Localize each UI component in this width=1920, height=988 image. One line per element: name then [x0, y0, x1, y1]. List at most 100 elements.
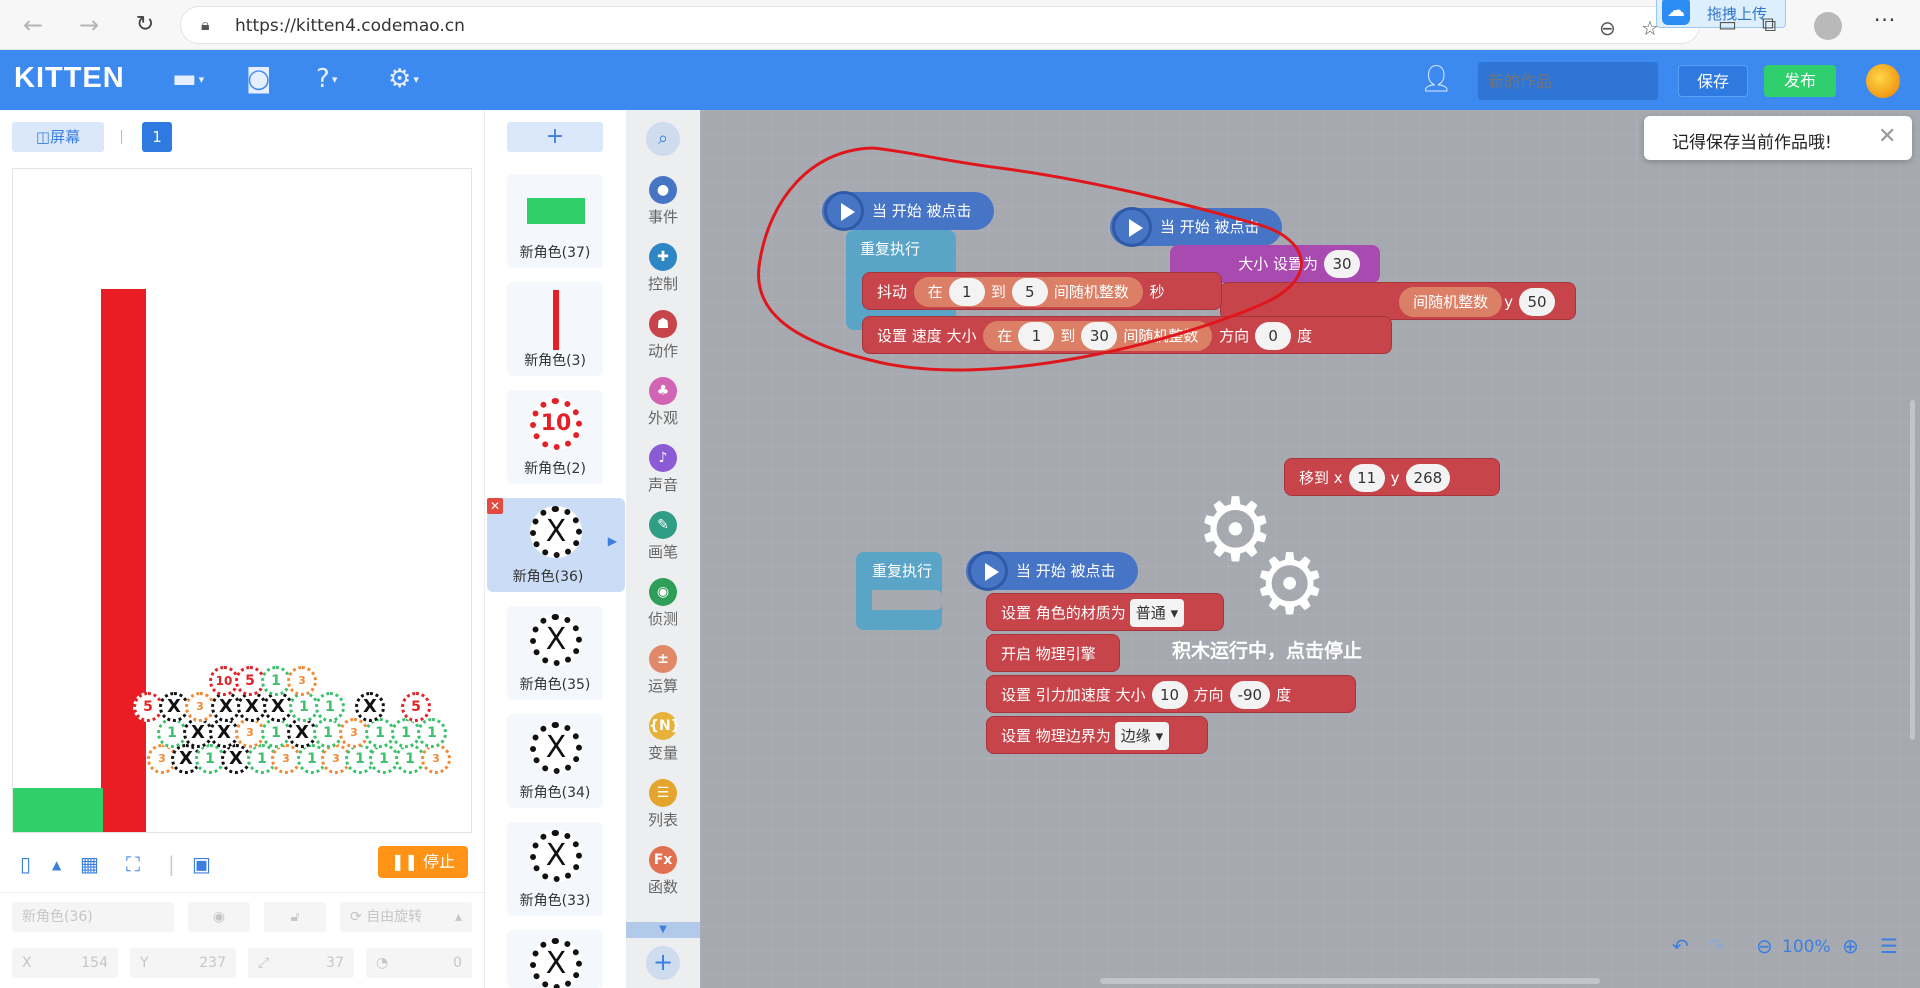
category-item[interactable]: {N} 变量	[626, 706, 700, 772]
address-bar[interactable]: 🔒︎ https://kitten4.codemao.cn ⊖ ☆	[180, 6, 1700, 44]
category-label: 事件	[647, 208, 678, 226]
reload-icon[interactable]: ↻	[128, 8, 162, 42]
direction-field[interactable]: ◔ 0	[366, 948, 472, 978]
publish-button[interactable]: 发布	[1764, 65, 1836, 97]
more-menu-icon[interactable]: ···	[1874, 8, 1896, 32]
y-value: 237	[199, 955, 226, 971]
forward-icon[interactable]: →	[72, 8, 106, 42]
repeat-forever-block[interactable]: 重复执行	[856, 552, 942, 630]
horizontal-scrollbar[interactable]	[1100, 978, 1600, 984]
gravity-direction-input[interactable]: -90	[1229, 681, 1271, 709]
enable-physics-block[interactable]: 开启 物理引擎	[986, 634, 1120, 672]
sprite-card-selected[interactable]: ✕ X ▶ 新角色(36)	[487, 498, 625, 592]
ball-sprite: 3	[287, 666, 317, 696]
sprite-thumbnail: X	[530, 938, 582, 988]
sprite-thumbnail: X	[530, 722, 582, 774]
sprite-card[interactable]: 10 新角色(2)	[507, 390, 603, 484]
add-collaborator-icon[interactable]: 👤︎	[1420, 64, 1453, 94]
screen-button[interactable]: ◫屏幕	[12, 122, 104, 152]
gravity-input[interactable]: 10	[1151, 681, 1188, 709]
x-input[interactable]: 11	[1348, 464, 1385, 492]
category-item[interactable]: ♪ 声音	[626, 438, 700, 504]
category-item[interactable]: ✎ 画笔	[626, 505, 700, 571]
block-label: 开启 物理引擎	[1001, 645, 1096, 663]
project-title-input[interactable]	[1478, 62, 1658, 100]
save-reminder-toast: 记得保存当前作品哦! ✕	[1644, 116, 1912, 160]
screen-icon: ◫	[35, 128, 51, 146]
user-avatar[interactable]	[1866, 64, 1900, 98]
category-item[interactable]: ● 事件	[626, 170, 700, 236]
y-position-field[interactable]: Y 237	[130, 948, 236, 978]
help-icon[interactable]: ? ▾	[316, 64, 337, 95]
collections-icon[interactable]: ▭	[1718, 12, 1737, 36]
profile-icon[interactable]	[1814, 12, 1842, 40]
category-item[interactable]: ♣ 外观	[626, 371, 700, 437]
set-boundary-block[interactable]: 设置 物理边界为 边缘 ▾	[986, 716, 1208, 754]
divider	[121, 130, 122, 144]
search-icon[interactable]: ⌕	[646, 122, 680, 156]
align-blocks-icon[interactable]: ☰	[1880, 934, 1898, 958]
zoom-out-icon[interactable]: ⊖	[1756, 934, 1773, 958]
device-icon[interactable]: ▯	[20, 852, 31, 876]
move-to-block[interactable]: 移到 x 11 y 268	[1284, 458, 1500, 496]
sprite-card[interactable]: 新角色(3)	[507, 282, 603, 376]
stop-button[interactable]: ❚❚ 停止	[378, 846, 468, 878]
back-icon[interactable]: ←	[16, 8, 50, 42]
sprite-card[interactable]: X 新角色(34)	[507, 714, 603, 808]
lock-toggle-icon[interactable]: 🔓︎	[264, 902, 326, 932]
redo-icon[interactable]: ↷	[1708, 934, 1725, 958]
scroll-down-icon[interactable]: ▼	[626, 922, 700, 938]
backpack-icon[interactable]: ◙	[246, 64, 271, 94]
settings-gear-icon[interactable]: ⚙ ▾	[388, 64, 419, 95]
set-gravity-block[interactable]: 设置 引力加速度 大小 10 方向 -90 度	[986, 675, 1356, 713]
sprite-card[interactable]: X	[507, 930, 603, 988]
category-icon: Fx	[649, 846, 677, 874]
rotation-mode-select[interactable]: ⟳ 自由旋转 ▴	[340, 902, 472, 932]
set-material-block[interactable]: 设置 角色的材质为 普通 ▾	[986, 593, 1224, 631]
sprite-card[interactable]: X 新角色(35)	[507, 606, 603, 700]
add-sprite-button[interactable]: +	[507, 122, 603, 152]
chevron-right-icon[interactable]: ▶	[608, 534, 617, 548]
close-icon[interactable]: ✕	[1878, 124, 1896, 149]
category-item[interactable]: ± 运算	[626, 639, 700, 705]
sprite-card[interactable]: 新角色(37)	[507, 174, 603, 268]
material-dropdown[interactable]: 普通 ▾	[1129, 599, 1185, 627]
category-item[interactable]: ☰ 列表	[626, 773, 700, 839]
save-button[interactable]: 保存	[1678, 65, 1748, 97]
x-position-field[interactable]: X 154	[12, 948, 118, 978]
y-input[interactable]: 268	[1405, 464, 1451, 492]
block-label: 度	[1276, 686, 1292, 704]
stage-canvas[interactable]: 3 X 1 X 1 3 1 3 1 1 1 3 1 X X 3 1 X 1 3 1 1 1 5 X 3 X X X 1 1 X 5 10 5 1 3	[12, 168, 472, 833]
delete-sprite-icon[interactable]: ✕	[487, 498, 503, 514]
sprite-thumbnail: 10	[530, 398, 582, 450]
empty-slot	[872, 590, 942, 610]
sprite-thumbnail: X	[530, 614, 582, 666]
visibility-eye-icon[interactable]: ◉	[188, 902, 250, 932]
running-status-text[interactable]: 积木运行中，点击停止	[1172, 636, 1362, 663]
category-item[interactable]: Fx 函数	[626, 840, 700, 906]
size-field[interactable]: ⤢ 37	[248, 948, 354, 978]
device-caret-icon[interactable]: ▲	[52, 858, 61, 872]
grid-icon[interactable]: ▦	[80, 852, 99, 876]
add-extension-button[interactable]: +	[646, 946, 680, 980]
vertical-scrollbar[interactable]	[1910, 400, 1915, 740]
repeat-label: 重复执行	[872, 562, 933, 580]
code-workspace[interactable]: 重复执行 当 开始 被点击 大小 设置为30 间随机整数y50 当 开始 被点击…	[700, 110, 1920, 988]
category-item[interactable]: ◉ 侦测	[626, 572, 700, 638]
fullscreen-icon[interactable]: ⛶	[126, 852, 140, 876]
category-item[interactable]: ☗ 动作	[626, 304, 700, 370]
present-mode-icon[interactable]: ▣	[192, 852, 211, 876]
category-label: 控制	[647, 275, 678, 293]
boundary-dropdown[interactable]: 边缘 ▾	[1114, 722, 1170, 750]
zoom-in-icon[interactable]: ⊕	[1842, 934, 1859, 958]
category-item[interactable]: ✚ 控制	[626, 237, 700, 303]
undo-icon[interactable]: ↶	[1672, 934, 1689, 958]
zoom-out-icon[interactable]: ⊖	[1599, 16, 1616, 40]
sprite-card[interactable]: X 新角色(33)	[507, 822, 603, 916]
y-value-input[interactable]: 50	[1519, 288, 1555, 316]
sprite-name-field[interactable]: 新角色(36)	[12, 902, 174, 932]
extensions-icon[interactable]: ⧉	[1762, 12, 1776, 36]
when-start-clicked-block[interactable]: 当 开始 被点击	[966, 551, 1138, 591]
file-menu-icon[interactable]: ▬ ▾	[172, 64, 204, 95]
scene-number-button[interactable]: 1	[142, 122, 172, 152]
